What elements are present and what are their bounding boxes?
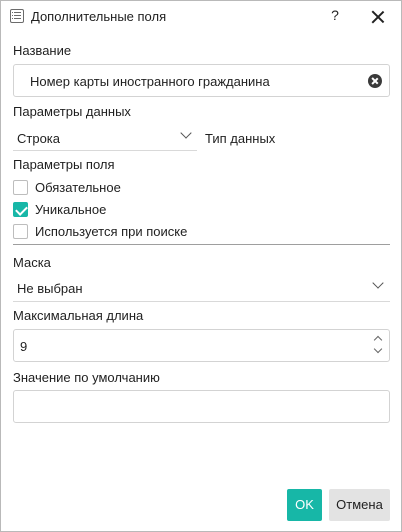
chevron-down-icon xyxy=(180,127,192,139)
cancel-button[interactable]: Отмена xyxy=(329,489,390,521)
name-input[interactable]: Номер карты иностранного гражданина xyxy=(13,64,390,97)
checkbox-unique-box[interactable] xyxy=(13,202,28,217)
data-params-label: Параметры данных xyxy=(13,104,131,119)
checkbox-required-label: Обязательное xyxy=(35,180,121,195)
help-button[interactable]: ? xyxy=(327,7,343,25)
field-params-label: Параметры поля xyxy=(13,157,115,172)
name-input-value: Номер карты иностранного гражданина xyxy=(30,74,270,89)
mask-select[interactable]: Не выбран xyxy=(13,275,390,302)
dialog-window: Дополнительные поля ? Название Номер кар… xyxy=(0,0,402,532)
checkbox-searchable-label: Используется при поиске xyxy=(35,224,188,239)
list-icon xyxy=(10,9,24,23)
dialog-title: Дополнительные поля xyxy=(31,9,167,24)
mask-select-value: Не выбран xyxy=(17,281,83,296)
mask-label: Маска xyxy=(13,255,51,270)
data-type-caption: Тип данных xyxy=(205,131,276,146)
chevron-down-icon xyxy=(372,277,384,289)
title-bar: Дополнительные поля ? xyxy=(1,1,401,33)
data-type-select-value: Строка xyxy=(17,131,61,146)
max-length-stepper[interactable]: 9 xyxy=(13,329,390,362)
data-type-select[interactable]: Строка xyxy=(13,125,197,151)
name-label: Название xyxy=(13,43,72,58)
divider xyxy=(13,244,390,245)
close-icon[interactable] xyxy=(369,8,387,26)
checkbox-required-box[interactable] xyxy=(13,180,28,195)
max-length-value: 9 xyxy=(20,339,28,354)
default-value-input[interactable] xyxy=(13,390,390,423)
checkbox-unique-label: Уникальное xyxy=(35,202,107,217)
checkbox-searchable-box[interactable] xyxy=(13,224,28,239)
default-value-label: Значение по умолчанию xyxy=(13,370,160,385)
ok-button[interactable]: OK xyxy=(287,489,322,521)
clear-circle-icon[interactable] xyxy=(368,74,382,88)
checkbox-searchable[interactable]: Используется при поиске xyxy=(13,223,213,241)
max-length-label: Максимальная длина xyxy=(13,308,144,323)
checkbox-unique[interactable]: Уникальное xyxy=(13,201,163,219)
checkbox-required[interactable]: Обязательное xyxy=(13,179,163,197)
chevron-up-icon[interactable] xyxy=(373,334,383,345)
chevron-down-icon[interactable] xyxy=(373,344,383,356)
